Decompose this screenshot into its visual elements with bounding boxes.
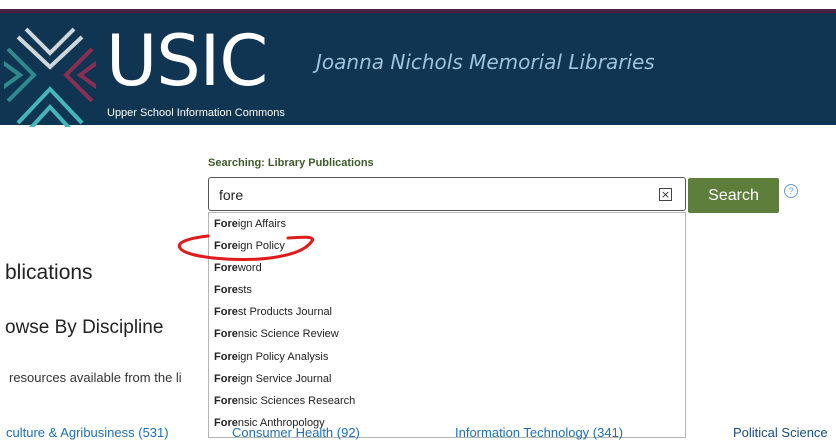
autocomplete-dropdown: Foreign Affairs Foreign Policy Foreword … <box>208 212 686 438</box>
site-banner: USIC Upper School Information Commons Jo… <box>0 9 836 127</box>
discipline-link[interactable]: Information Technology (341) <box>455 425 623 440</box>
top-strip <box>0 0 836 9</box>
suggestion-item[interactable]: Forest Products Journal <box>209 301 685 323</box>
discipline-link[interactable]: culture & Agribusiness (531) <box>6 425 169 440</box>
discipline-link[interactable]: Consumer Health (92) <box>232 425 360 440</box>
search-scope-label: Searching: Library Publications <box>208 157 374 169</box>
page-heading: blications <box>5 261 93 284</box>
help-icon[interactable]: ? <box>784 184 798 198</box>
search-box[interactable]: × <box>208 177 686 211</box>
search-button[interactable]: Search <box>688 178 779 213</box>
resources-text: resources available from the li <box>9 370 182 385</box>
site-subtitle: Upper School Information Commons <box>107 107 285 119</box>
site-title[interactable]: USIC <box>106 21 268 101</box>
library-name[interactable]: Joanna Nichols Memorial Libraries <box>316 49 655 75</box>
usic-logo-icon[interactable] <box>4 27 96 127</box>
suggestion-item[interactable]: Foreign Affairs <box>209 213 685 235</box>
suggestion-item[interactable]: Foreign Policy Analysis <box>209 346 685 368</box>
browse-heading: owse By Discipline <box>5 317 164 338</box>
suggestion-item[interactable]: Foreign Policy <box>209 235 685 257</box>
discipline-link[interactable]: Political Science <box>733 425 828 440</box>
suggestion-item[interactable]: Forensic Sciences Research <box>209 390 685 412</box>
suggestion-item[interactable]: Foreword <box>209 257 685 279</box>
clear-icon[interactable]: × <box>659 188 672 201</box>
suggestion-item[interactable]: Foreign Service Journal <box>209 368 685 390</box>
suggestion-item[interactable]: Forests <box>209 279 685 301</box>
suggestion-item[interactable]: Forensic Science Review <box>209 323 685 345</box>
search-input[interactable] <box>219 185 639 205</box>
